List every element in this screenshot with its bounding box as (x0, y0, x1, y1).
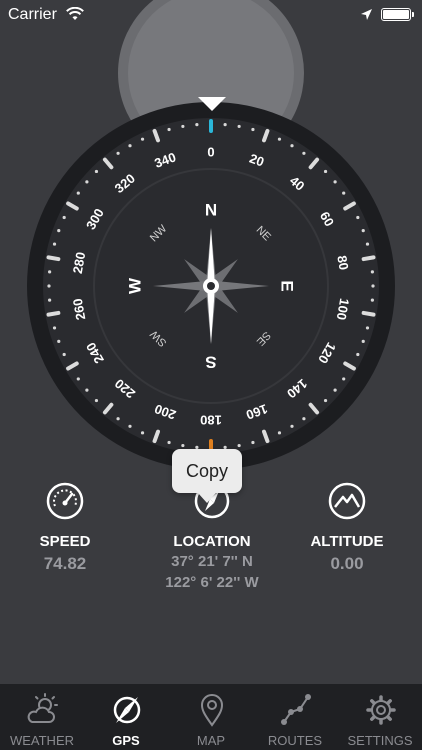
cardinal-N: N (205, 201, 217, 220)
tab-settings[interactable]: SETTINGS (338, 684, 422, 750)
speed-value: 74.82 (43, 554, 87, 573)
dial-dot (62, 215, 66, 220)
dial-dot (57, 228, 61, 233)
dial-dot (361, 228, 365, 233)
dial-dot (342, 191, 346, 195)
dial-dot (323, 398, 328, 403)
altitude-value: 0.00 (330, 554, 364, 573)
dial-label-0: 0 (207, 145, 214, 160)
location-longitude[interactable]: 122° 6' 22'' W (132, 573, 292, 592)
dial-dot (333, 180, 337, 184)
dial-dot (370, 298, 374, 302)
tab-weather[interactable]: WEATHER (0, 684, 84, 750)
copy-button[interactable]: Copy (172, 449, 242, 503)
dial-label-80: 80 (334, 254, 351, 271)
dial-dot (237, 124, 241, 129)
dial-dot (356, 215, 360, 220)
dial-dot (167, 127, 171, 132)
speed-label: SPEED (39, 533, 91, 550)
dial-dot (57, 339, 61, 344)
dial-dot (85, 180, 89, 184)
dial-dot (116, 417, 120, 421)
cardinal-S: S (205, 353, 216, 372)
weather-icon (27, 693, 58, 723)
dial-dot (333, 388, 337, 392)
dial-dot (47, 284, 51, 288)
dial-dot (290, 144, 294, 148)
dial-dot (76, 191, 80, 195)
dial-dot (48, 270, 52, 274)
cardinal-W: W (126, 277, 145, 294)
tab-gps[interactable]: GPS (84, 684, 168, 750)
dial-dot (251, 127, 255, 132)
dial-dot (290, 424, 294, 428)
map-pin-icon (200, 694, 224, 727)
dial-dot (365, 242, 370, 246)
tab-weather-label: WEATHER (9, 733, 75, 748)
dial-dot (323, 169, 328, 174)
dial-dot (85, 388, 89, 392)
tab-map[interactable]: MAP (169, 684, 253, 750)
cardinal-E: E (278, 280, 297, 291)
dial-dot (140, 431, 145, 435)
dial-dot (116, 151, 120, 155)
location-label: LOCATION (173, 533, 251, 550)
dial-dot (302, 417, 306, 421)
dial-dot (195, 123, 199, 127)
dial-dot (48, 298, 52, 302)
dial-dot (76, 377, 80, 381)
dial-label-180: 180 (200, 413, 222, 428)
compass-dial: 0 204060801001201401601802002202402602803… (27, 102, 395, 470)
gear-icon (366, 695, 396, 725)
dial-tick-280 (46, 255, 61, 262)
dial-tick-100 (361, 310, 376, 317)
heading-pointer-icon (198, 97, 226, 111)
dial-dot (167, 440, 171, 445)
dial-dot (128, 144, 132, 148)
tab-settings-label: SETTINGS (347, 733, 413, 748)
needle-hub-center (207, 282, 215, 290)
dial-tick-260 (46, 310, 61, 317)
tab-routes-label: ROUTES (267, 733, 323, 748)
dial-dot (94, 169, 99, 174)
tab-routes[interactable]: ROUTES (253, 684, 337, 750)
dial-dot (94, 398, 99, 403)
speedometer-icon (46, 482, 84, 520)
altitude-label: ALTITUDE (310, 533, 384, 550)
tab-map-label: MAP (196, 733, 226, 748)
dial-dot (237, 443, 241, 448)
dial-dot (128, 424, 132, 428)
dial-dot (251, 440, 255, 445)
tab-bar: WEATHER GPS MAP ROUTES SETTINGS (0, 684, 422, 750)
dial-dot (277, 137, 282, 141)
gps-compass-icon (113, 696, 141, 724)
routes-icon (281, 694, 311, 725)
dial-dot (223, 123, 227, 127)
dial-dot (277, 431, 282, 435)
dial-dot (370, 270, 374, 274)
altitude-stat: ALTITUDE 0.00 (300, 482, 394, 574)
tab-gps-label: GPS (112, 733, 140, 748)
dial-dot (371, 284, 375, 288)
dial-dot (181, 443, 185, 448)
dial-dot (181, 124, 185, 129)
dial-dot (140, 137, 145, 141)
mountain-icon (328, 482, 366, 520)
dial-dot (342, 377, 346, 381)
dial-dot (365, 326, 370, 330)
dial-dot (52, 242, 57, 246)
location-latitude[interactable]: 37° 21' 7'' N (132, 552, 292, 571)
dial-dot (62, 352, 66, 357)
speed-stat: SPEED 74.82 (20, 482, 110, 574)
dial-dot (356, 352, 360, 357)
dial-tick-80 (361, 255, 376, 262)
dial-dot (361, 339, 365, 344)
dial-dot (52, 326, 57, 330)
dial-dot (302, 151, 306, 155)
